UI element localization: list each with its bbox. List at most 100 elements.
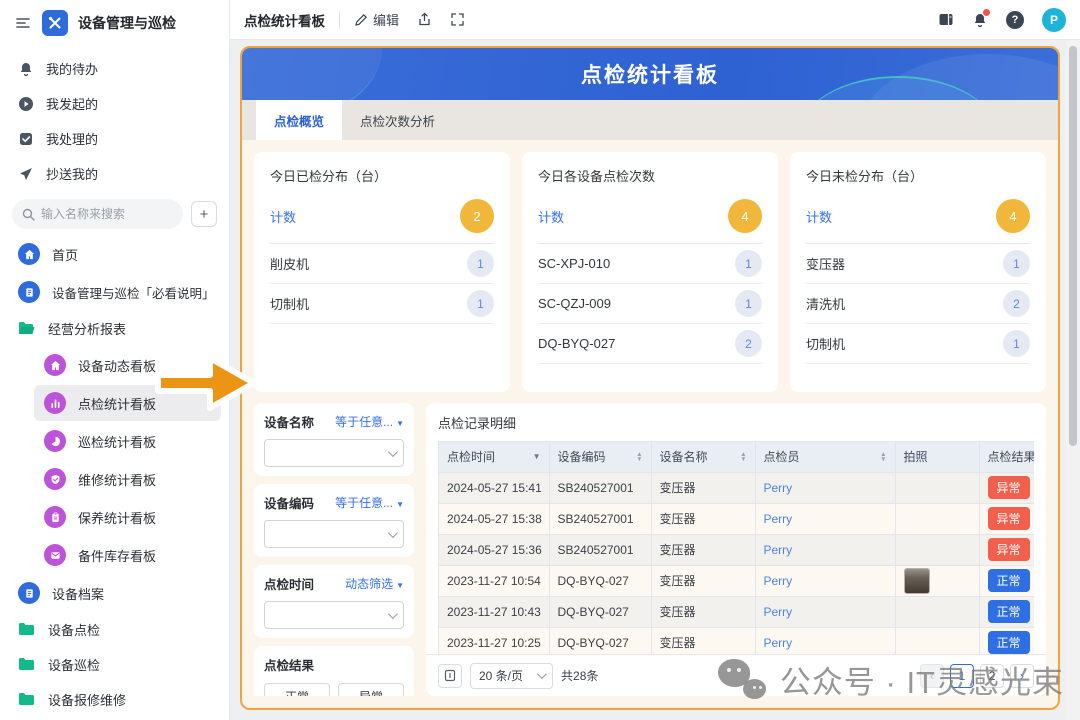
sidebar-item-label: 巡检统计看板	[78, 432, 156, 451]
filter-op-dropdown[interactable]: 动态筛选	[345, 575, 404, 592]
content-area: 点检统计看板 点检概览 点检次数分析 今日已检分布（台） 计数 2	[230, 40, 1080, 720]
help-icon[interactable]: ?	[1006, 11, 1024, 29]
dashboard-panel: 点检统计看板 点检概览 点检次数分析 今日已检分布（台） 计数 2	[240, 46, 1060, 710]
inspection-time-select[interactable]	[264, 601, 404, 629]
search-input[interactable]	[41, 207, 161, 221]
table-row[interactable]: 2024-05-27 15:41SB240527001变压器Perry异常	[439, 472, 1034, 503]
prev-page-button[interactable]: ‹	[920, 664, 944, 688]
col-header-time[interactable]: 点检时间▼	[439, 442, 549, 472]
page: 设备管理与巡检 我的待办 我发起的 我处理的 抄送我的	[0, 0, 1080, 720]
sidebar-item-patrol-stats-board[interactable]: 巡检统计看板	[34, 423, 221, 459]
filter-label: 点检时间	[264, 574, 314, 593]
filter-op-dropdown[interactable]: 等于任意...	[335, 494, 404, 511]
sort-icon: ▲▼	[880, 452, 886, 462]
folder-icon	[18, 657, 36, 672]
col-header-inspector[interactable]: 点检员▲▼	[755, 442, 895, 472]
result-abnormal-button[interactable]: 异常	[338, 683, 404, 696]
notification-bell-icon[interactable]	[972, 12, 988, 28]
pie-chart-icon	[44, 430, 66, 452]
tab-inspection-overview[interactable]: 点检概览	[256, 100, 342, 140]
sidebar-item-device-dynamic-board[interactable]: 设备动态看板	[34, 347, 221, 383]
sidebar-item-cc-to-me[interactable]: 抄送我的	[8, 157, 221, 190]
count-link[interactable]: 计数	[538, 207, 564, 226]
panel-body: 今日已检分布（台） 计数 2 削皮机 1 切制机 1	[242, 140, 1058, 708]
table-row[interactable]: 2023-11-27 10:43DQ-BYQ-027变压器Perry正常	[439, 596, 1034, 627]
page-1-button[interactable]: 1	[950, 664, 974, 688]
plus-icon: +	[200, 206, 209, 223]
topbar-divider	[339, 12, 340, 28]
edit-button[interactable]: 编辑	[354, 10, 399, 29]
count-link[interactable]: 计数	[806, 207, 832, 226]
home-icon	[44, 354, 66, 376]
add-button[interactable]: +	[191, 201, 217, 227]
card-item-row: 切制机 1	[270, 284, 494, 324]
device-code-select[interactable]	[264, 520, 404, 548]
sidebar-search-row: +	[12, 199, 217, 229]
sidebar-item-label: 设备档案	[52, 584, 104, 603]
sidebar-item-device-archive[interactable]: 设备档案	[8, 575, 221, 611]
chevron-down-icon	[388, 447, 398, 457]
collapse-menu-icon[interactable]	[14, 14, 32, 32]
card-item-row: 清洗机 2	[806, 284, 1030, 324]
sidebar-item-guide[interactable]: 设备管理与巡检「必看说明」	[8, 274, 221, 310]
chevron-down-icon	[388, 609, 398, 619]
filter-device-code: 设备编码 等于任意...	[254, 484, 414, 557]
avatar[interactable]: P	[1042, 8, 1066, 32]
page-jump-icon[interactable]	[438, 664, 462, 688]
sidebar-item-spare-stock-board[interactable]: 备件库存看板	[34, 537, 221, 573]
sidebar-header: 设备管理与巡检	[0, 0, 229, 44]
fullscreen-icon[interactable]	[450, 12, 465, 27]
item-value-badge: 1	[1003, 250, 1030, 277]
col-header-result[interactable]: 点检结果	[979, 442, 1034, 472]
sidebar-item-device-patrol[interactable]: 设备巡检	[8, 648, 221, 681]
sidebar-item-device-repair[interactable]: 设备报修维修	[8, 683, 221, 716]
folder-icon	[18, 622, 36, 637]
item-label: SC-QZJ-009	[538, 296, 611, 311]
result-normal-button[interactable]: 正常	[264, 683, 330, 696]
scrollbar-thumb[interactable]	[1069, 46, 1077, 446]
search-box[interactable]	[12, 199, 183, 229]
sidebar-item-repair-stats-board[interactable]: 维修统计看板	[34, 461, 221, 497]
sidebar-item-report-folder[interactable]: 经营分析报表	[8, 312, 221, 345]
page-2-button[interactable]: 2	[980, 664, 1004, 688]
sidebar-item-my-processed[interactable]: 我处理的	[8, 122, 221, 155]
card-item-row: 切制机 1	[806, 324, 1030, 364]
filter-label: 设备编码	[264, 493, 314, 512]
table-row[interactable]: 2023-11-27 10:54DQ-BYQ-027变压器Perry正常	[439, 565, 1034, 596]
sidebar-item-my-initiated[interactable]: 我发起的	[8, 87, 221, 120]
search-icon	[22, 208, 35, 221]
share-icon[interactable]	[417, 12, 432, 27]
photo-thumbnail[interactable]	[904, 568, 930, 594]
result-badge: 正常	[988, 569, 1030, 592]
sidebar-item-label: 设备管理与巡检「必看说明」	[52, 283, 211, 302]
col-header-code[interactable]: 设备编码▲▼	[549, 442, 651, 472]
card-item-row: 削皮机 1	[270, 244, 494, 284]
table-row[interactable]: 2024-05-27 15:38SB240527001变压器Perry异常	[439, 503, 1034, 534]
sidebar-item-device-inspection[interactable]: 设备点检	[8, 613, 221, 646]
next-page-button[interactable]: ›	[1010, 664, 1034, 688]
page-size-select[interactable]: 20 条/页	[470, 663, 553, 689]
filter-label: 点检结果	[264, 655, 314, 674]
count-link[interactable]: 计数	[270, 207, 296, 226]
topbar-page-title: 点检统计看板	[244, 10, 325, 30]
banner-decoration	[242, 48, 382, 100]
col-header-name[interactable]: 设备名称▲▼	[651, 442, 755, 472]
tab-count-analysis[interactable]: 点检次数分析	[342, 100, 453, 140]
col-header-photo[interactable]: 拍照	[895, 442, 979, 472]
sidebar-item-inspection-stats-board[interactable]: 点检统计看板	[34, 385, 221, 421]
app-title: 设备管理与巡检	[78, 13, 176, 33]
filter-op-dropdown[interactable]: 等于任意...	[335, 413, 404, 430]
app-logo-icon	[42, 10, 68, 36]
sidebar-item-home[interactable]: 首页	[8, 236, 221, 272]
sidebar-item-my-todo[interactable]: 我的待办	[8, 52, 221, 85]
folder-icon	[18, 692, 36, 707]
card-title: 今日已检分布（台）	[270, 166, 494, 185]
device-name-select[interactable]	[264, 439, 404, 467]
table-row[interactable]: 2024-05-27 15:36SB240527001变压器Perry异常	[439, 534, 1034, 565]
folder-open-icon	[18, 321, 36, 336]
scrollbar-track[interactable]	[1066, 40, 1080, 720]
sidebar-item-maintain-stats-board[interactable]: 保养统计看板	[34, 499, 221, 535]
docs-panel-icon[interactable]	[938, 12, 954, 27]
document-icon	[18, 582, 40, 604]
sidebar-item-label: 我处理的	[46, 129, 98, 148]
